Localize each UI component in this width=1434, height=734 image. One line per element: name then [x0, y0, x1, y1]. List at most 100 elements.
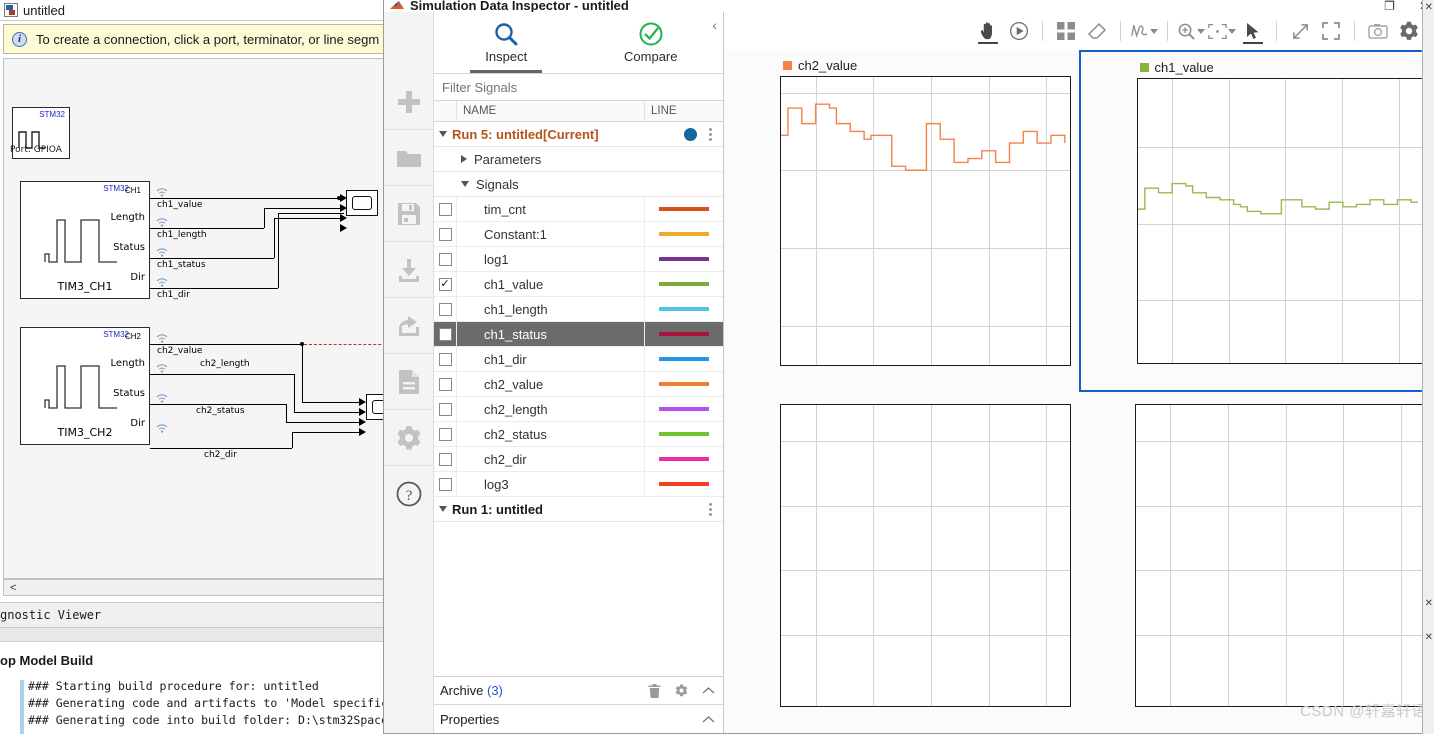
signal-checkbox-cell[interactable]: ✓ [434, 272, 457, 296]
export-icon[interactable] [384, 298, 433, 354]
cursor-arrow-icon[interactable] [1239, 17, 1267, 45]
signal-checkbox-cell[interactable] [434, 422, 457, 446]
archive-section-header[interactable]: Archive (3) [434, 677, 723, 705]
close-icon[interactable]: ✕ [1425, 2, 1433, 13]
signal-line-swatch[interactable] [645, 222, 723, 246]
maximize-icon[interactable]: ❐ [1384, 0, 1395, 12]
plot-bottom-right[interactable]: 4.320e+4 4.300e+4 4.280e+4 4.260e+4 88.0… [1078, 391, 1433, 733]
folder-icon[interactable] [384, 130, 433, 186]
signal-checkbox-cell[interactable] [434, 472, 457, 496]
signal-row-ch2-value[interactable]: ch2_value [434, 372, 723, 397]
search-input[interactable] [440, 78, 717, 96]
signal-line-swatch[interactable] [645, 297, 723, 321]
signal-row-ch1-status[interactable]: ch1_status [434, 322, 723, 347]
chevron-down-icon[interactable] [439, 131, 447, 137]
signal-checkbox-cell[interactable] [434, 347, 457, 371]
signal-line-swatch[interactable] [645, 372, 723, 396]
checkbox[interactable] [438, 427, 452, 441]
expand-diagonal-icon[interactable] [1286, 17, 1314, 45]
properties-section-header[interactable]: Properties [434, 705, 723, 733]
block-tim3-ch2[interactable]: STM32 CH2 TIM3_CH2 Length Status Dir [20, 327, 150, 445]
close-icon[interactable]: ✕ [1425, 598, 1433, 609]
import-icon[interactable] [384, 242, 433, 298]
chevron-down-icon[interactable] [1197, 28, 1205, 34]
signal-trace-icon[interactable] [1130, 17, 1158, 45]
plot-frame[interactable]: 4.320e+4 4.300e+4 4.280e+4 4.260e+4 88.0… [1134, 403, 1425, 707]
help-icon[interactable]: ? [384, 466, 433, 522]
checkbox[interactable] [438, 327, 452, 341]
signal-checkbox-cell[interactable] [434, 447, 457, 471]
run-options-kebab-icon[interactable] [705, 501, 715, 518]
signal-row-ch2-status[interactable]: ch2_status [434, 422, 723, 447]
signal-checkbox-cell[interactable] [434, 397, 457, 421]
plot-frame[interactable]: 2.2180e+4 2.2160e+4 2.2140e+4 2.2120e+4 … [780, 76, 1071, 366]
checkbox[interactable] [438, 352, 452, 366]
fullscreen-icon[interactable] [1317, 17, 1345, 45]
signal-line-swatch[interactable] [645, 397, 723, 421]
signal-row-ch2-length[interactable]: ch2_length [434, 397, 723, 422]
pan-icon[interactable] [974, 17, 1002, 45]
camera-icon[interactable] [1364, 17, 1392, 45]
signal-checkbox-cell[interactable] [434, 322, 457, 346]
chevron-right-icon[interactable] [461, 155, 467, 163]
close-icon[interactable]: ✕ [1425, 632, 1433, 643]
collapse-panel-chevron-icon[interactable]: ‹ [712, 17, 717, 33]
block-scope-1[interactable] [346, 190, 378, 216]
checkbox[interactable] [438, 477, 452, 491]
chevron-down-icon[interactable] [1228, 28, 1236, 34]
plot-top-left[interactable]: ch2_value 2.2180e+4 2.2160e+4 2.2140e+4 … [724, 50, 1079, 392]
signal-line-swatch[interactable] [645, 447, 723, 471]
signal-line-swatch[interactable] [645, 322, 723, 346]
signal-row-log3[interactable]: log3 [434, 472, 723, 497]
signal-row-constant-1[interactable]: Constant:1 [434, 222, 723, 247]
block-tim3-ch1[interactable]: STM32 CH1 TIM3_CH1 Length Status Dir [20, 181, 150, 299]
checkbox[interactable] [438, 302, 452, 316]
signal-line-swatch[interactable] [645, 422, 723, 446]
gear-icon[interactable] [675, 684, 688, 697]
tab-inspect[interactable]: Inspect [434, 12, 579, 73]
save-icon[interactable] [384, 186, 433, 242]
signal-line-swatch[interactable] [645, 272, 723, 296]
add-icon[interactable] [384, 74, 433, 130]
chevron-down-icon[interactable] [461, 181, 469, 187]
checkbox[interactable] [438, 202, 452, 216]
eraser-icon[interactable] [1083, 17, 1111, 45]
run-row-5[interactable]: Run 5: untitled[Current] [434, 122, 723, 147]
signal-row-ch1-dir[interactable]: ch1_dir [434, 347, 723, 372]
filter-signals-box[interactable] [434, 74, 723, 101]
run-row-1[interactable]: Run 1: untitled [434, 497, 723, 522]
zoom-to-fit-icon[interactable] [1208, 17, 1236, 45]
play-icon[interactable] [1005, 17, 1033, 45]
tab-compare[interactable]: Compare [579, 12, 724, 73]
sdi-titlebar[interactable]: Simulation Data Inspector - untitled ❐ ✕ [384, 0, 1433, 12]
group-signals[interactable]: Signals [434, 172, 723, 197]
checkbox-checked[interactable]: ✓ [438, 277, 452, 291]
signal-row-ch1-length[interactable]: ch1_length [434, 297, 723, 322]
diagnostic-viewer-tab[interactable]: gnostic Viewer [0, 602, 399, 628]
checkbox[interactable] [438, 377, 452, 391]
plot-bottom-left[interactable]: 4.320e+4 4.300e+4 4.280e+4 4.260e+4 88.0… [724, 391, 1079, 733]
layout-grid-icon[interactable] [1052, 17, 1080, 45]
simulink-canvas[interactable]: STM32 Port: GPIOA STM32 CH1 TIM3_CH1 Len… [3, 58, 396, 579]
zoom-in-icon[interactable] [1177, 17, 1205, 45]
chevron-up-icon[interactable] [702, 686, 715, 695]
plot-frame[interactable]: 4.320e+4 4.300e+4 4.280e+4 4.260e+4 88.0… [780, 403, 1071, 707]
canvas-horizontal-scrollbar[interactable]: < [3, 579, 396, 596]
checkbox[interactable] [438, 452, 452, 466]
signal-row-ch2-dir[interactable]: ch2_dir [434, 447, 723, 472]
signal-row-tim-cnt[interactable]: tim_cnt [434, 197, 723, 222]
signal-checkbox-cell[interactable] [434, 197, 457, 221]
signal-line-swatch[interactable] [645, 247, 723, 271]
diagnostic-log[interactable]: ### Starting build procedure for: untitl… [0, 678, 399, 734]
report-icon[interactable] [384, 354, 433, 410]
chevron-down-icon[interactable] [439, 506, 447, 512]
signal-checkbox-cell[interactable] [434, 247, 457, 271]
signal-row-ch1-value[interactable]: ✓ ch1_value [434, 272, 723, 297]
trash-icon[interactable] [648, 683, 661, 698]
run-options-kebab-icon[interactable] [705, 126, 715, 143]
group-parameters[interactable]: Parameters [434, 147, 723, 172]
gear-icon[interactable] [384, 410, 433, 466]
signal-checkbox-cell[interactable] [434, 222, 457, 246]
plot-frame[interactable]: 1.890e+4 1.885e+4 1.880e+4 88.0 88.1 88.… [1136, 78, 1423, 364]
scroll-left-chevron-icon[interactable]: < [4, 582, 16, 594]
